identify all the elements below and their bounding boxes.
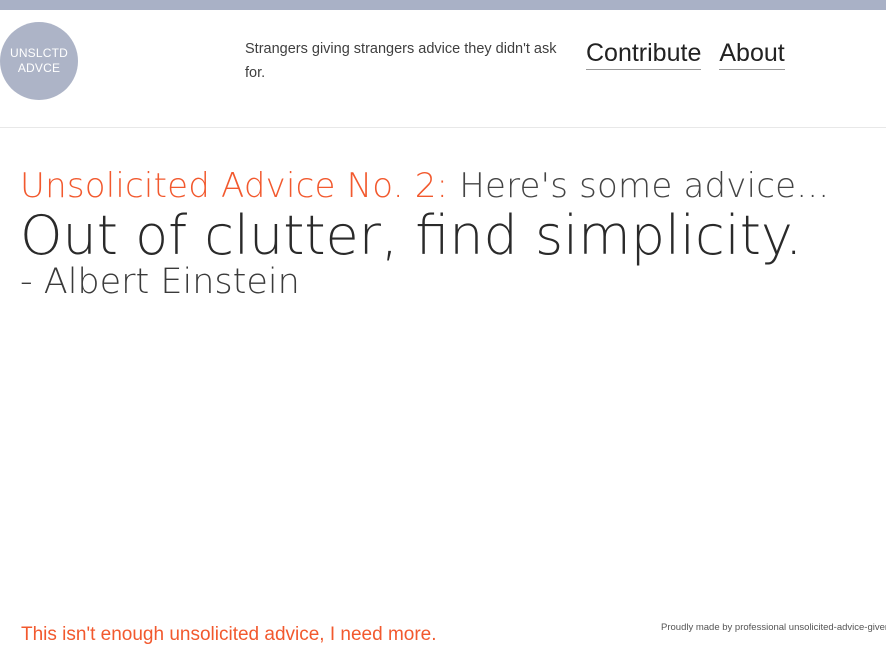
site-logo[interactable]: UNSLCTD ADVCE xyxy=(0,22,78,100)
nav-contribute-link[interactable]: Contribute xyxy=(586,38,702,70)
footer-credit: Proudly made by professional unsolicited… xyxy=(661,622,886,633)
nav-about-link[interactable]: About xyxy=(719,38,785,70)
advice-heading: Unsolicited Advice No. 2: Here's some ad… xyxy=(20,164,829,208)
logo-line-1: UNSLCTD xyxy=(9,46,69,60)
site-tagline: Strangers giving strangers advice they d… xyxy=(245,41,557,81)
logo-line-2: ADVCE xyxy=(17,61,61,75)
advice-quote: Out of clutter, find simplicity. xyxy=(20,204,803,267)
site-header: UNSLCTD ADVCE Strangers giving strangers… xyxy=(0,10,886,128)
top-accent-bar xyxy=(0,0,886,10)
advice-card: Unsolicited Advice No. 2: Here's some ad… xyxy=(20,164,829,304)
more-advice-link[interactable]: This isn't enough unsolicited advice, I … xyxy=(21,623,437,647)
advice-intro: Here's some advice... xyxy=(459,166,830,206)
advice-number-label: Unsolicited Advice No. 2: xyxy=(20,166,449,206)
main-nav: Contribute About xyxy=(586,38,785,70)
